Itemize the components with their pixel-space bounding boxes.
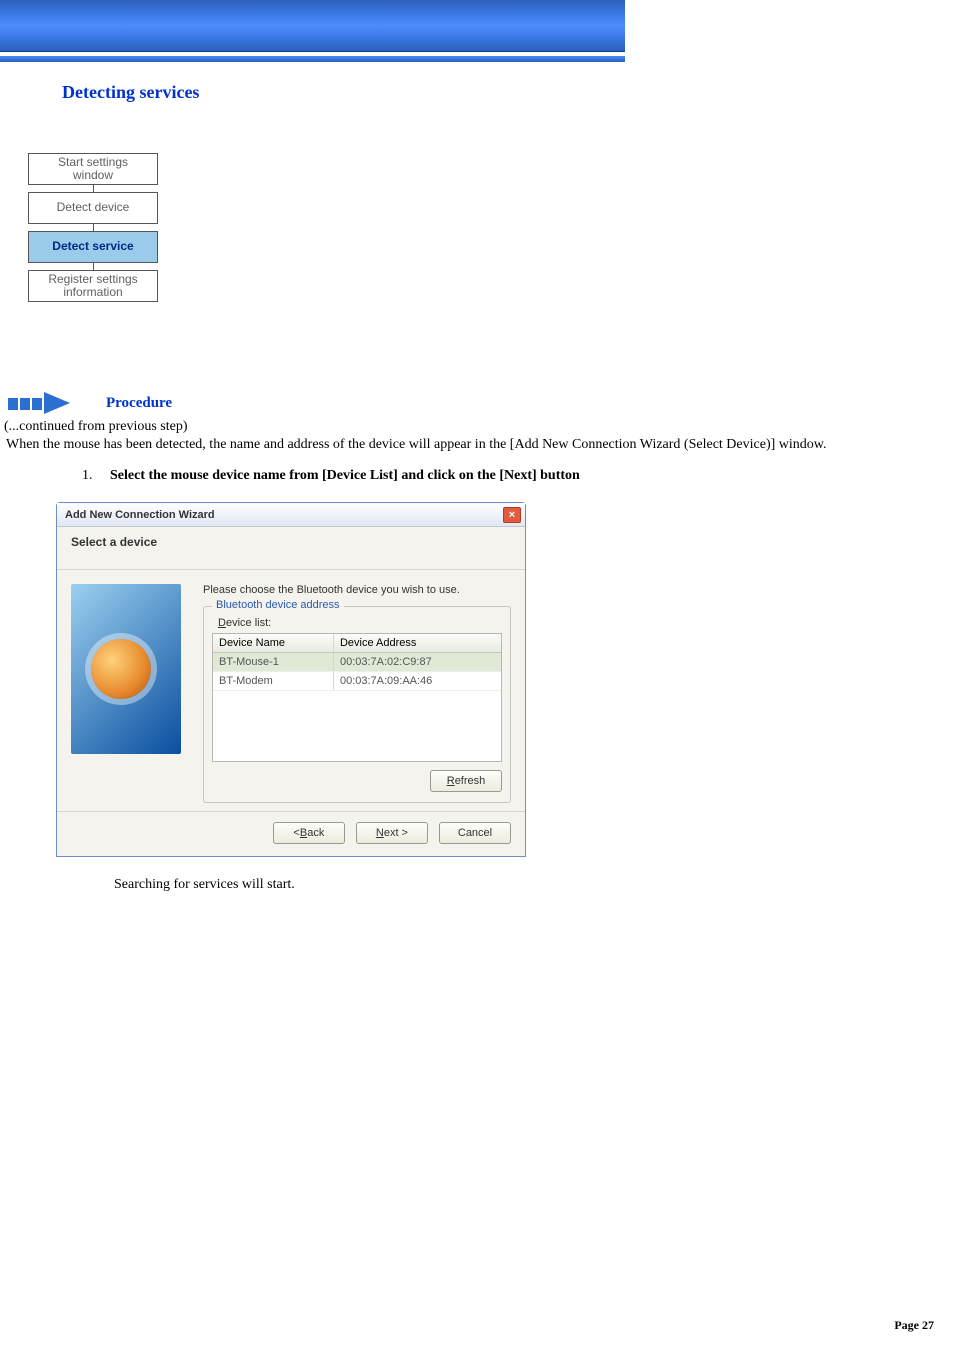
next-mnemonic: N — [376, 827, 384, 839]
dialog-prompt-text: Please choose the Bluetooth device you w… — [203, 584, 511, 596]
back-label-rest: ack — [307, 827, 324, 839]
back-button[interactable]: < Back — [273, 822, 345, 844]
cancel-button[interactable]: Cancel — [439, 822, 511, 844]
flow-connector — [93, 185, 94, 192]
continued-note: (...continued from previous step) — [4, 418, 954, 436]
device-list-label: Device list: — [218, 617, 502, 629]
step-instruction: Select the mouse device name from [Devic… — [110, 468, 580, 484]
next-button[interactable]: Next > — [356, 822, 428, 844]
device-list-label-rest: evice list: — [226, 617, 271, 629]
flow-connector — [93, 224, 94, 231]
dialog-illustration — [71, 584, 181, 754]
table-row[interactable]: BT-Mouse-1 00:03:7A:02:C9:87 — [213, 653, 501, 672]
flow-step-register-settings: Register settings information — [28, 270, 158, 302]
dialog-right-pane: Please choose the Bluetooth device you w… — [203, 584, 511, 803]
page-label: Page — [894, 1318, 919, 1332]
col-header-name: Device Name — [213, 634, 334, 652]
flow-step-start-settings: Start settings window — [28, 153, 158, 185]
back-mnemonic: B — [300, 827, 307, 839]
after-dialog-text: Searching for services will start. — [114, 877, 954, 893]
col-header-address: Device Address — [334, 634, 501, 652]
refresh-row: Refresh — [212, 770, 502, 792]
table-empty-space — [213, 691, 501, 761]
cell-device-name: BT-Mouse-1 — [213, 653, 334, 671]
procedure-label: Procedure — [106, 395, 172, 412]
device-list-header: Device Name Device Address — [213, 634, 501, 653]
dialog-close-button[interactable]: × — [503, 507, 521, 523]
device-list-mnemonic: D — [218, 617, 226, 629]
group-label: Bluetooth device address — [212, 599, 344, 611]
device-list-table[interactable]: Device Name Device Address BT-Mouse-1 00… — [212, 633, 502, 762]
cell-device-name: BT-Modem — [213, 672, 334, 690]
refresh-label-rest: efresh — [455, 775, 486, 787]
add-new-connection-wizard-dialog: Add New Connection Wizard × Select a dev… — [56, 502, 526, 857]
dialog-title-text: Add New Connection Wizard — [65, 509, 215, 521]
next-label-rest: ext > — [384, 827, 408, 839]
procedure-arrow-icon — [8, 392, 70, 414]
refresh-button[interactable]: Refresh — [430, 770, 502, 792]
dialog-footer: < Back Next > Cancel — [57, 811, 525, 856]
header-gradient-bar — [0, 0, 625, 52]
header-gradient-bar-thin — [0, 56, 625, 62]
cell-device-address: 00:03:7A:09:AA:46 — [334, 672, 501, 690]
bluetooth-address-group: Bluetooth device address Device list: De… — [203, 606, 511, 803]
flow-diagram: Start settings window Detect device Dete… — [28, 153, 954, 302]
flow-connector — [93, 263, 94, 270]
refresh-mnemonic: R — [447, 775, 455, 787]
page-number: 27 — [922, 1318, 934, 1332]
table-row[interactable]: BT-Modem 00:03:7A:09:AA:46 — [213, 672, 501, 691]
dialog-subtitle: Select a device — [57, 527, 525, 570]
dialog-titlebar: Add New Connection Wizard × — [57, 503, 525, 527]
intro-paragraph: When the mouse has been detected, the na… — [6, 436, 954, 454]
step-number: 1. — [82, 468, 110, 484]
page-footer: Page 27 — [894, 1318, 934, 1333]
cell-device-address: 00:03:7A:02:C9:87 — [334, 653, 501, 671]
procedure-heading-row: Procedure — [8, 392, 954, 414]
dialog-body: Please choose the Bluetooth device you w… — [57, 570, 525, 811]
step-1-row: 1. Select the mouse device name from [De… — [82, 468, 954, 484]
flow-step-detect-service: Detect service — [28, 231, 158, 263]
flow-step-detect-device: Detect device — [28, 192, 158, 224]
section-title: Detecting services — [62, 82, 954, 103]
